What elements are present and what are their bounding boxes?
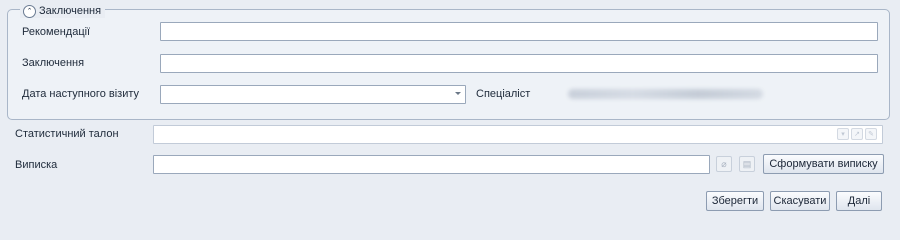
discharge-input[interactable] bbox=[153, 155, 710, 174]
chevron-up-circle-icon[interactable]: ⌃ bbox=[23, 4, 36, 18]
conclusion-label: Заключення bbox=[22, 57, 85, 69]
dropdown-arrow-icon[interactable] bbox=[455, 92, 461, 95]
next-button[interactable]: Далі bbox=[836, 191, 882, 211]
dropdown-arrow-icon[interactable]: ▾ bbox=[837, 128, 849, 140]
recommendations-label: Рекомендації bbox=[22, 26, 91, 38]
discharge-label: Виписка bbox=[15, 159, 58, 171]
conclusion-input[interactable] bbox=[160, 54, 878, 73]
stat-ticket-label: Статистичний талон bbox=[15, 128, 119, 140]
stat-ticket-combobox[interactable]: ▾ ↗ ✎ bbox=[153, 125, 883, 144]
specialist-label: Спеціаліст bbox=[476, 88, 531, 100]
cancel-button[interactable]: Скасувати bbox=[770, 191, 830, 211]
edit-icon[interactable]: ✎ bbox=[865, 128, 877, 140]
conclusion-group-legend: ⌃ Заключення bbox=[20, 4, 106, 18]
save-button[interactable]: Зберегти bbox=[706, 191, 764, 211]
attachment-icon[interactable]: ⌀ bbox=[716, 156, 732, 172]
conclusion-group-title: Заключення bbox=[39, 5, 102, 17]
open-icon[interactable]: ↗ bbox=[851, 128, 863, 140]
document-icon[interactable]: ▤ bbox=[739, 156, 755, 172]
specialist-name-redacted bbox=[568, 89, 763, 99]
generate-discharge-button[interactable]: Сформувати виписку bbox=[763, 154, 884, 174]
next-visit-date-picker[interactable] bbox=[160, 85, 466, 104]
recommendations-input[interactable] bbox=[160, 22, 878, 41]
next-visit-label: Дата наступного візиту bbox=[22, 88, 139, 100]
